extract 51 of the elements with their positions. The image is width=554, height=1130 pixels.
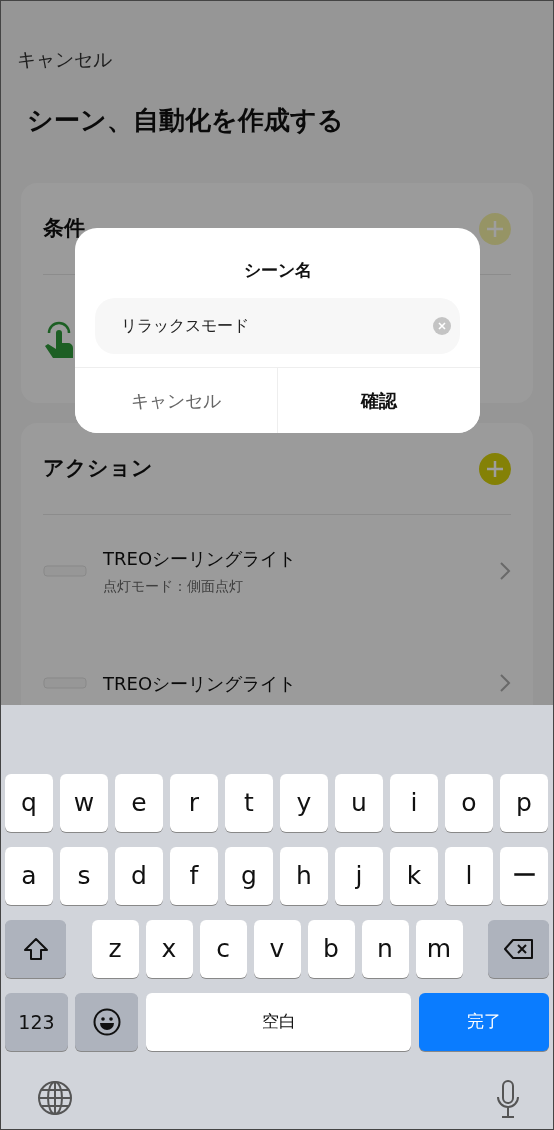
name-field[interactable]: リラックスモード: [95, 298, 460, 354]
space-key[interactable]: 空白: [146, 993, 411, 1051]
key[interactable]: m: [415, 920, 463, 978]
emoji-key[interactable]: [75, 993, 138, 1051]
key[interactable]: x: [145, 920, 193, 978]
key[interactable]: q: [5, 774, 53, 832]
key[interactable]: e: [115, 774, 163, 832]
key[interactable]: j: [335, 847, 383, 905]
microphone-icon[interactable]: [495, 1080, 521, 1118]
device-setting: 点灯モード：側面点灯: [103, 577, 244, 596]
section-title: アクション: [43, 454, 153, 482]
page-title: シーン、自動化を作成する: [26, 104, 345, 137]
key[interactable]: n: [361, 920, 409, 978]
chevron-right-icon: [499, 673, 511, 693]
delete-key[interactable]: [488, 920, 549, 978]
shift-icon: [22, 937, 49, 961]
key[interactable]: a: [5, 847, 53, 905]
key[interactable]: f: [170, 847, 218, 905]
key[interactable]: z: [91, 920, 139, 978]
key[interactable]: u: [335, 774, 383, 832]
key[interactable]: y: [280, 774, 328, 832]
device-name: TREOシーリングライト: [103, 671, 298, 696]
smiley-icon: [92, 1008, 121, 1036]
confirm-button[interactable]: 確認: [277, 368, 480, 433]
key[interactable]: w: [60, 774, 108, 832]
key[interactable]: t: [225, 774, 273, 832]
key[interactable]: p: [500, 774, 548, 832]
device-name: TREOシーリングライト: [103, 547, 298, 571]
key[interactable]: ー: [500, 847, 548, 905]
numbers-key[interactable]: 123: [5, 993, 68, 1051]
key[interactable]: v: [253, 920, 301, 978]
delete-icon: [503, 938, 534, 960]
dialog-title: シーン名: [242, 259, 313, 282]
shift-key[interactable]: [5, 920, 66, 978]
key[interactable]: d: [115, 847, 163, 905]
done-key[interactable]: 完了: [419, 993, 549, 1051]
action-row[interactable]: TREOシーリングライト 点灯モード：側面点灯: [43, 515, 511, 627]
key[interactable]: k: [390, 847, 438, 905]
cancel-link[interactable]: キャンセル: [1, 1, 553, 73]
chevron-right-icon: [499, 561, 511, 581]
key[interactable]: s: [60, 847, 108, 905]
key[interactable]: b: [307, 920, 355, 978]
key[interactable]: o: [445, 774, 493, 832]
section-title: 条件: [43, 214, 85, 242]
key[interactable]: l: [445, 847, 493, 905]
key[interactable]: r: [170, 774, 218, 832]
globe-icon[interactable]: [37, 1080, 73, 1116]
key[interactable]: i: [390, 774, 438, 832]
key[interactable]: c: [199, 920, 247, 978]
key[interactable]: g: [225, 847, 273, 905]
key[interactable]: h: [280, 847, 328, 905]
